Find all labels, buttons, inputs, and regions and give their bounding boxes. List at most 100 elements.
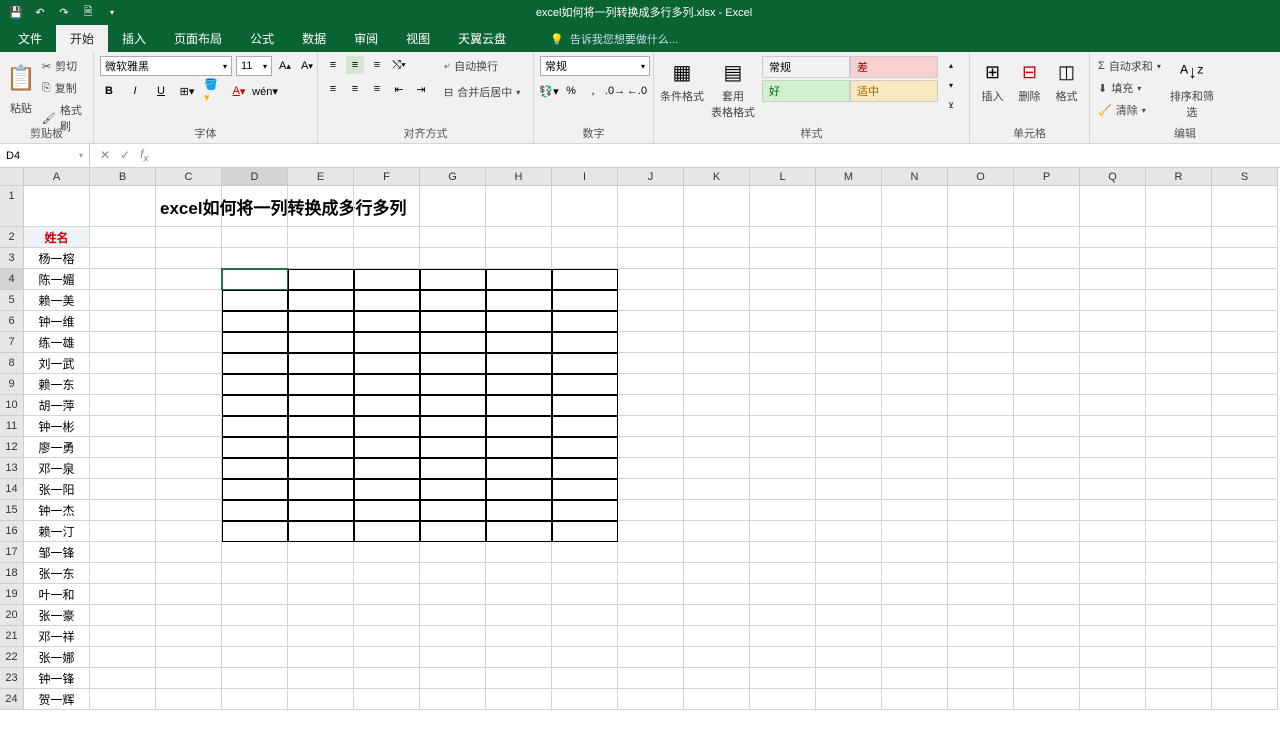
cell-C5[interactable] xyxy=(156,290,222,311)
formula-bar[interactable] xyxy=(158,149,1280,163)
cell-A11[interactable]: 钟一彬 xyxy=(24,416,90,437)
cell-E2[interactable] xyxy=(288,227,354,248)
cell-J10[interactable] xyxy=(618,395,684,416)
cell-J9[interactable] xyxy=(618,374,684,395)
cell-Q3[interactable] xyxy=(1080,248,1146,269)
cell-H24[interactable] xyxy=(486,689,552,710)
cell-L6[interactable] xyxy=(750,311,816,332)
cell-C18[interactable] xyxy=(156,563,222,584)
row-header-3[interactable]: 3 xyxy=(0,248,24,269)
cell-G9[interactable] xyxy=(420,374,486,395)
cell-N8[interactable] xyxy=(882,353,948,374)
cell-H9[interactable] xyxy=(486,374,552,395)
orientation-icon[interactable]: ⤭▾ xyxy=(390,56,408,74)
cell-D15[interactable] xyxy=(222,500,288,521)
cell-B11[interactable] xyxy=(90,416,156,437)
cell-Q15[interactable] xyxy=(1080,500,1146,521)
cell-E15[interactable] xyxy=(288,500,354,521)
cell-F5[interactable] xyxy=(354,290,420,311)
cell-B18[interactable] xyxy=(90,563,156,584)
cell-N5[interactable] xyxy=(882,290,948,311)
cell-H13[interactable] xyxy=(486,458,552,479)
cell-H5[interactable] xyxy=(486,290,552,311)
cell-F6[interactable] xyxy=(354,311,420,332)
cell-K11[interactable] xyxy=(684,416,750,437)
cell-I19[interactable] xyxy=(552,584,618,605)
tell-me-search[interactable]: 💡 告诉我您想要做什么... xyxy=(540,26,688,52)
cell-L18[interactable] xyxy=(750,563,816,584)
cell-B23[interactable] xyxy=(90,668,156,689)
cell-E3[interactable] xyxy=(288,248,354,269)
cell-F3[interactable] xyxy=(354,248,420,269)
cell-K4[interactable] xyxy=(684,269,750,290)
grow-font-icon[interactable]: A▴ xyxy=(276,57,294,75)
name-box[interactable]: D4▾ xyxy=(0,144,90,167)
cell-G7[interactable] xyxy=(420,332,486,353)
cell-Q6[interactable] xyxy=(1080,311,1146,332)
cell-D14[interactable] xyxy=(222,479,288,500)
format-cells-button[interactable]: ◫ 格式 xyxy=(1050,56,1083,104)
cell-R5[interactable] xyxy=(1146,290,1212,311)
tab-insert[interactable]: 插入 xyxy=(108,25,160,52)
cell-P6[interactable] xyxy=(1014,311,1080,332)
cell-L11[interactable] xyxy=(750,416,816,437)
comma-icon[interactable]: , xyxy=(584,82,602,100)
cell-N20[interactable] xyxy=(882,605,948,626)
select-all-corner[interactable] xyxy=(0,168,24,186)
cell-K16[interactable] xyxy=(684,521,750,542)
cell-C16[interactable] xyxy=(156,521,222,542)
cell-P10[interactable] xyxy=(1014,395,1080,416)
cell-A14[interactable]: 张一阳 xyxy=(24,479,90,500)
cell-C17[interactable] xyxy=(156,542,222,563)
cell-C1[interactable]: excel如何将一列转换成多行多列 xyxy=(156,186,222,227)
cell-M7[interactable] xyxy=(816,332,882,353)
cell-E9[interactable] xyxy=(288,374,354,395)
cell-K6[interactable] xyxy=(684,311,750,332)
tab-cloud[interactable]: 天翼云盘 xyxy=(444,25,520,52)
cell-I4[interactable] xyxy=(552,269,618,290)
cell-G2[interactable] xyxy=(420,227,486,248)
cell-C11[interactable] xyxy=(156,416,222,437)
cell-E4[interactable] xyxy=(288,269,354,290)
cell-K13[interactable] xyxy=(684,458,750,479)
underline-button[interactable]: U xyxy=(152,82,170,100)
cell-L23[interactable] xyxy=(750,668,816,689)
cell-R21[interactable] xyxy=(1146,626,1212,647)
cell-F18[interactable] xyxy=(354,563,420,584)
cell-S3[interactable] xyxy=(1212,248,1278,269)
cell-B15[interactable] xyxy=(90,500,156,521)
cell-S7[interactable] xyxy=(1212,332,1278,353)
cell-Q2[interactable] xyxy=(1080,227,1146,248)
cell-S20[interactable] xyxy=(1212,605,1278,626)
cell-G5[interactable] xyxy=(420,290,486,311)
cell-S17[interactable] xyxy=(1212,542,1278,563)
align-center-icon[interactable]: ≡ xyxy=(346,80,364,98)
cell-J12[interactable] xyxy=(618,437,684,458)
cell-A7[interactable]: 练一雄 xyxy=(24,332,90,353)
cell-G24[interactable] xyxy=(420,689,486,710)
cell-A20[interactable]: 张一豪 xyxy=(24,605,90,626)
cell-B19[interactable] xyxy=(90,584,156,605)
cell-D6[interactable] xyxy=(222,311,288,332)
cell-L10[interactable] xyxy=(750,395,816,416)
cell-J2[interactable] xyxy=(618,227,684,248)
cell-I5[interactable] xyxy=(552,290,618,311)
cell-B10[interactable] xyxy=(90,395,156,416)
col-header-I[interactable]: I xyxy=(552,168,618,186)
cell-F11[interactable] xyxy=(354,416,420,437)
cell-K8[interactable] xyxy=(684,353,750,374)
cell-B14[interactable] xyxy=(90,479,156,500)
cell-F4[interactable] xyxy=(354,269,420,290)
cell-D5[interactable] xyxy=(222,290,288,311)
cell-R10[interactable] xyxy=(1146,395,1212,416)
cell-R24[interactable] xyxy=(1146,689,1212,710)
col-header-R[interactable]: R xyxy=(1146,168,1212,186)
fill-button[interactable]: ⬇填充▾ xyxy=(1096,78,1163,98)
cell-J8[interactable] xyxy=(618,353,684,374)
cell-E7[interactable] xyxy=(288,332,354,353)
cell-L5[interactable] xyxy=(750,290,816,311)
cell-O5[interactable] xyxy=(948,290,1014,311)
cell-D1[interactable] xyxy=(222,186,288,227)
cell-S12[interactable] xyxy=(1212,437,1278,458)
cell-J15[interactable] xyxy=(618,500,684,521)
